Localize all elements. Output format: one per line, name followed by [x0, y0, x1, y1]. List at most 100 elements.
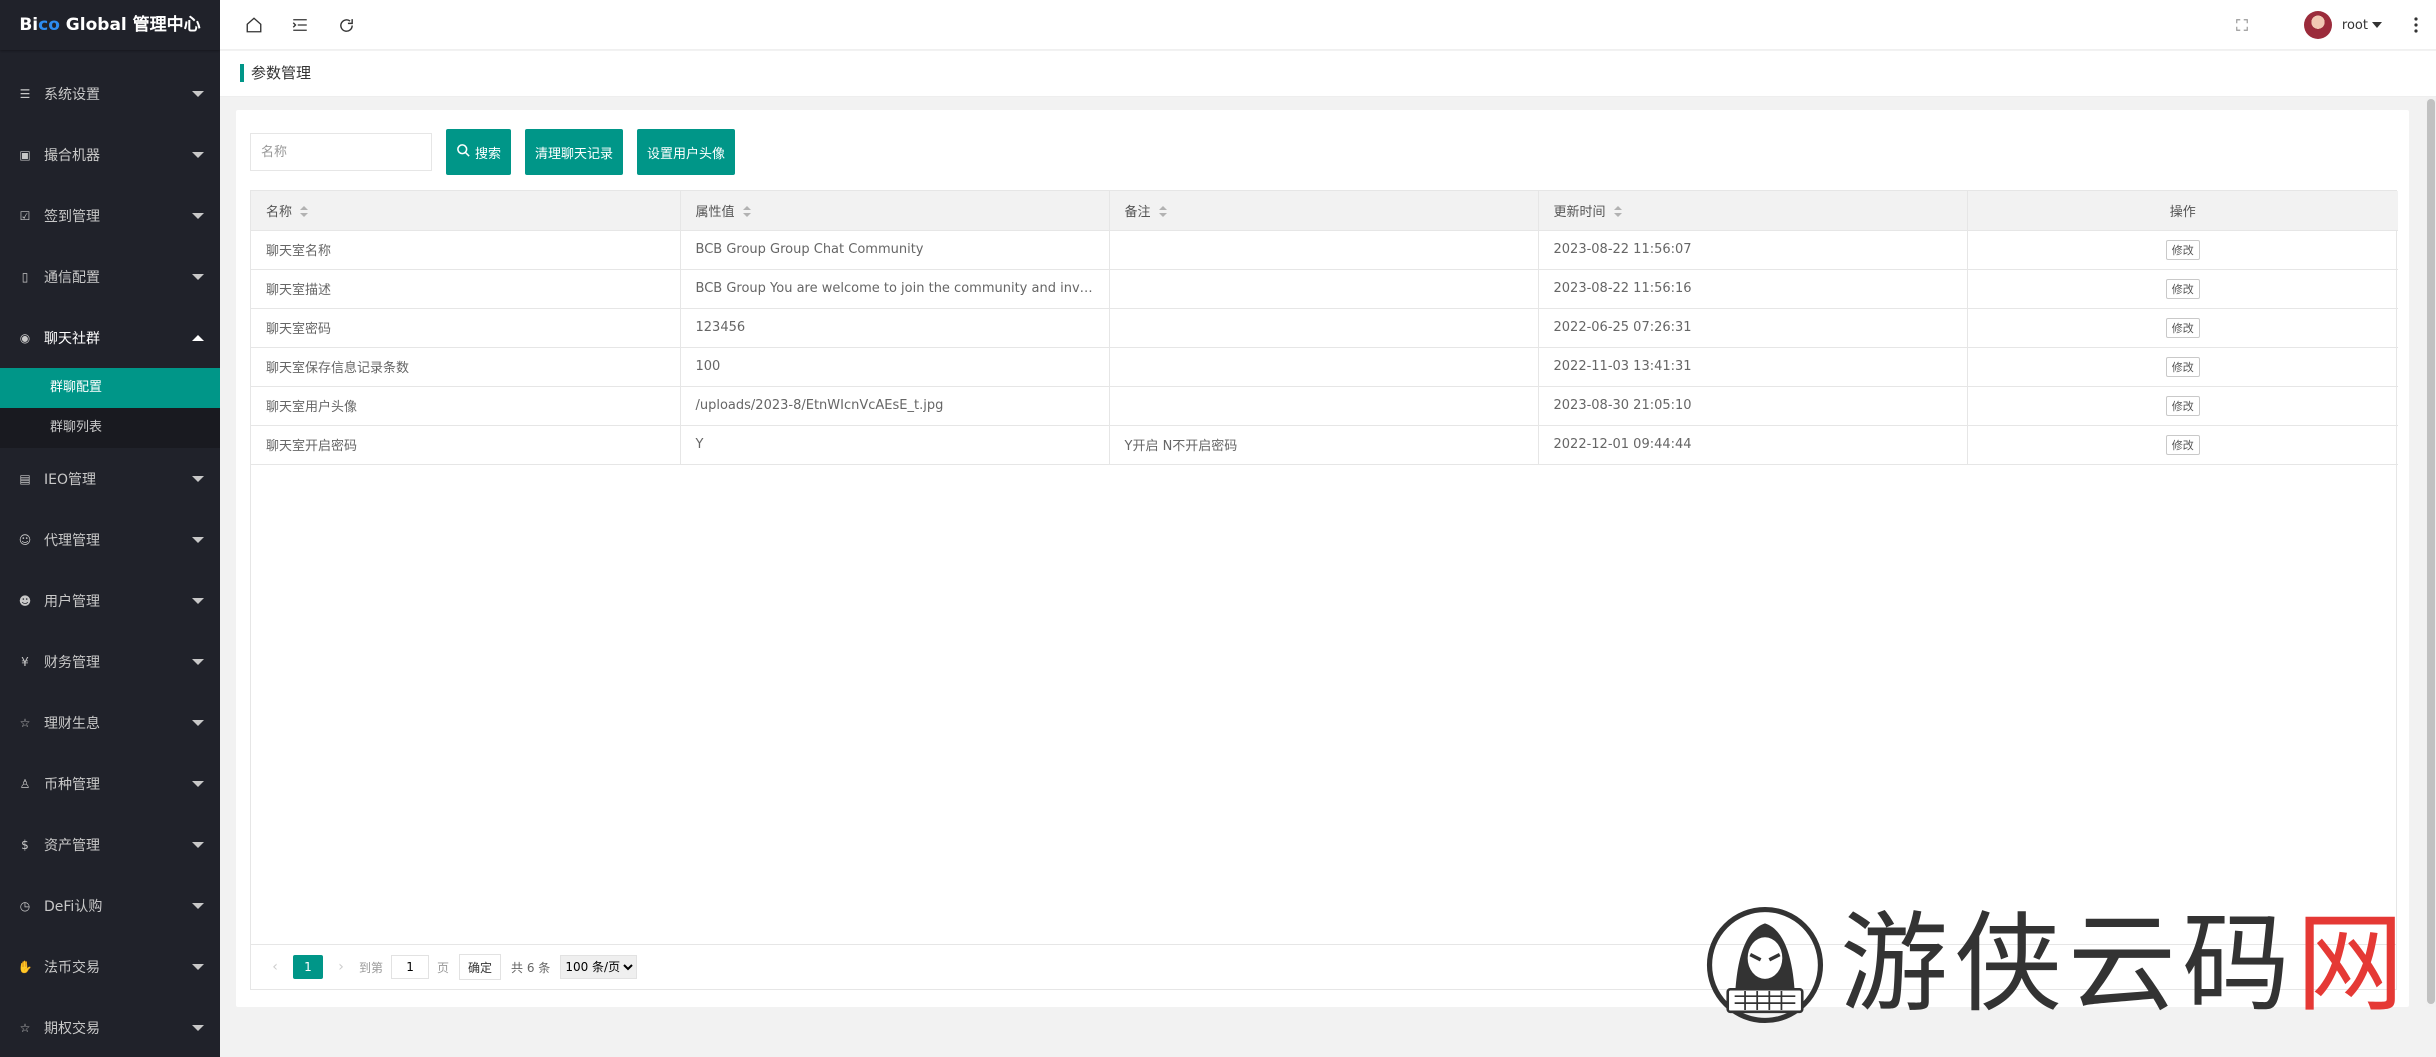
sidebar-item[interactable]: ☆ 期权交易: [0, 997, 220, 1057]
goto-page-input[interactable]: [391, 955, 430, 979]
edit-button[interactable]: 修改: [2165, 317, 2200, 338]
sidebar-item-label: IEO管理: [44, 471, 96, 488]
sidebar-item[interactable]: ✋ 法币交易: [0, 936, 220, 997]
sidebar-item[interactable]: ☺ 代理管理: [0, 509, 220, 570]
cell-updated-time: 2022-06-25 07:26:31: [1538, 308, 1968, 348]
goto-label: 到第: [359, 960, 384, 975]
page-tab-bar: 参数管理: [220, 51, 2436, 97]
fullscreen-icon[interactable]: [2220, 0, 2264, 50]
cell-actions: 修改: [1967, 347, 2398, 387]
sidebar-item[interactable]: ☰ 系统设置: [0, 63, 220, 124]
app-logo[interactable]: Bico Global 管理中心: [0, 0, 220, 50]
scrollbar-thumb[interactable]: [2427, 99, 2435, 1004]
sidebar-item-label: DeFi认购: [44, 898, 103, 915]
edit-button[interactable]: 修改: [2165, 395, 2200, 416]
sidebar-item[interactable]: ▣ 撮合机器: [0, 124, 220, 185]
chevron-down-icon: [192, 475, 204, 482]
cell-value: 123456: [680, 308, 1110, 348]
table-row: 聊天室描述 BCB Group You are welcome to join t…: [251, 269, 2398, 309]
chevron-down-icon: [192, 963, 204, 970]
prev-page-icon[interactable]: ‹: [265, 959, 285, 975]
sidebar-item[interactable]: ☑ 签到管理: [0, 185, 220, 246]
sidebar-item[interactable]: ▤ IEO管理: [0, 448, 220, 509]
collapse-menu-icon[interactable]: [278, 0, 322, 50]
edit-button[interactable]: 修改: [2165, 434, 2200, 455]
sidebar-item[interactable]: ▯ 通信配置: [0, 246, 220, 307]
sort-icon[interactable]: [742, 206, 751, 218]
sort-icon[interactable]: [1613, 206, 1622, 218]
cell-value: Y: [680, 425, 1110, 465]
sidebar-item-label: 资产管理: [44, 837, 100, 854]
chevron-down-icon: [192, 658, 204, 665]
table-row: 聊天室用户头像/uploads/2023-8/EtnWIcnVcAEsE_t.j…: [251, 386, 2398, 426]
sidebar-item[interactable]: ◷ DeFi认购: [0, 875, 220, 936]
params-table: 名称 属性值 备注 更新时间 操作 聊天室名称 BCB Group Group C…: [250, 190, 2398, 990]
edit-button[interactable]: 修改: [2165, 239, 2200, 260]
sidebar-item[interactable]: ¥ 财务管理: [0, 631, 220, 692]
sidebar-item[interactable]: ☆ 理财生息: [0, 692, 220, 753]
sidebar-item[interactable]: ◉ 聊天社群: [0, 307, 220, 368]
edit-button[interactable]: 修改: [2165, 278, 2200, 299]
cell-name: 聊天室保存信息记录条数: [251, 347, 681, 387]
sidebar-item[interactable]: $ 资产管理: [0, 814, 220, 875]
chevron-down-icon: [192, 212, 204, 219]
cell-note: Y开启 N不开启密码: [1109, 425, 1539, 465]
cell-value: 100: [680, 347, 1110, 387]
sidebar-subitem[interactable]: 群聊配置: [0, 368, 220, 408]
set-user-avatar-button[interactable]: 设置用户头像: [637, 129, 736, 175]
search-button-label: 搜索: [475, 146, 502, 162]
cell-actions: 修改: [1967, 269, 2398, 309]
column-header-name[interactable]: 名称: [251, 191, 681, 231]
cell-updated-time: 2023-08-22 11:56:07: [1538, 230, 1968, 270]
page-unit-label: 页: [437, 960, 450, 975]
home-icon[interactable]: [232, 0, 276, 50]
sidebar-item[interactable]: ♙ 币种管理: [0, 753, 220, 814]
username[interactable]: root: [2342, 18, 2368, 33]
refresh-icon[interactable]: [324, 0, 368, 50]
search-button[interactable]: 搜索: [446, 129, 512, 175]
checkin-icon: ☑: [19, 208, 31, 223]
column-header-value[interactable]: 属性值: [680, 191, 1110, 231]
sidebar-item-label: 期权交易: [44, 1020, 100, 1037]
search-input[interactable]: [250, 133, 432, 171]
page-size-select[interactable]: 100 条/页: [560, 955, 638, 979]
sidebar-item-label: 法币交易: [44, 959, 100, 976]
cell-value: BCB Group You are welcome to join the co…: [680, 269, 1110, 309]
cell-note: [1109, 230, 1539, 270]
current-page[interactable]: 1: [293, 955, 323, 979]
yen-icon: ¥: [21, 654, 29, 669]
next-page-icon[interactable]: ›: [331, 959, 351, 975]
sidebar-item-label: 系统设置: [44, 86, 100, 103]
sort-icon[interactable]: [300, 206, 309, 218]
watermark-text-red: 网: [2295, 902, 2410, 1027]
column-header-label: 属性值: [695, 204, 735, 220]
star-outline-icon: ☆: [19, 1020, 31, 1035]
more-vertical-icon[interactable]: [2404, 0, 2428, 50]
avatar[interactable]: [2303, 11, 2332, 39]
column-header-updated-time[interactable]: 更新时间: [1538, 191, 1968, 231]
sidebar-item[interactable]: ☻ 用户管理: [0, 570, 220, 631]
watermark: 游侠云码网: [1700, 890, 2410, 1040]
cell-note: [1109, 308, 1539, 348]
user-dropdown-caret-icon[interactable]: [2372, 22, 2382, 28]
page-scrollbar[interactable]: [2426, 97, 2436, 1007]
chevron-down-icon: [192, 273, 204, 280]
column-header-label: 操作: [2169, 204, 2196, 220]
goto-confirm-button[interactable]: 确定: [459, 954, 502, 980]
page-title: 参数管理: [251, 64, 312, 82]
cell-actions: 修改: [1967, 425, 2398, 465]
sort-icon[interactable]: [1158, 206, 1167, 218]
sidebar-submenu: 群聊配置 群聊列表: [0, 368, 220, 448]
sidebar: Bico Global 管理中心 ☰ 系统设置 ▣ 撮合机器 ☑ 签到管理 ▯ 通信配置 ◉ 聊天…: [0, 0, 220, 1057]
clear-chat-history-button[interactable]: 清理聊天记录: [525, 129, 624, 175]
cell-value: BCB Group Group Chat Community: [680, 230, 1110, 270]
cell-note: [1109, 386, 1539, 426]
hand-icon: ✋: [17, 959, 33, 974]
cell-updated-time: 2023-08-30 21:05:10: [1538, 386, 1968, 426]
watermark-text-main: 游侠云码: [1839, 902, 2296, 1027]
column-header-note[interactable]: 备注: [1109, 191, 1539, 231]
edit-button[interactable]: 修改: [2165, 356, 2200, 377]
chevron-down-icon: [192, 841, 204, 848]
sidebar-subitem[interactable]: 群聊列表: [0, 408, 220, 448]
search-icon: [456, 143, 471, 162]
